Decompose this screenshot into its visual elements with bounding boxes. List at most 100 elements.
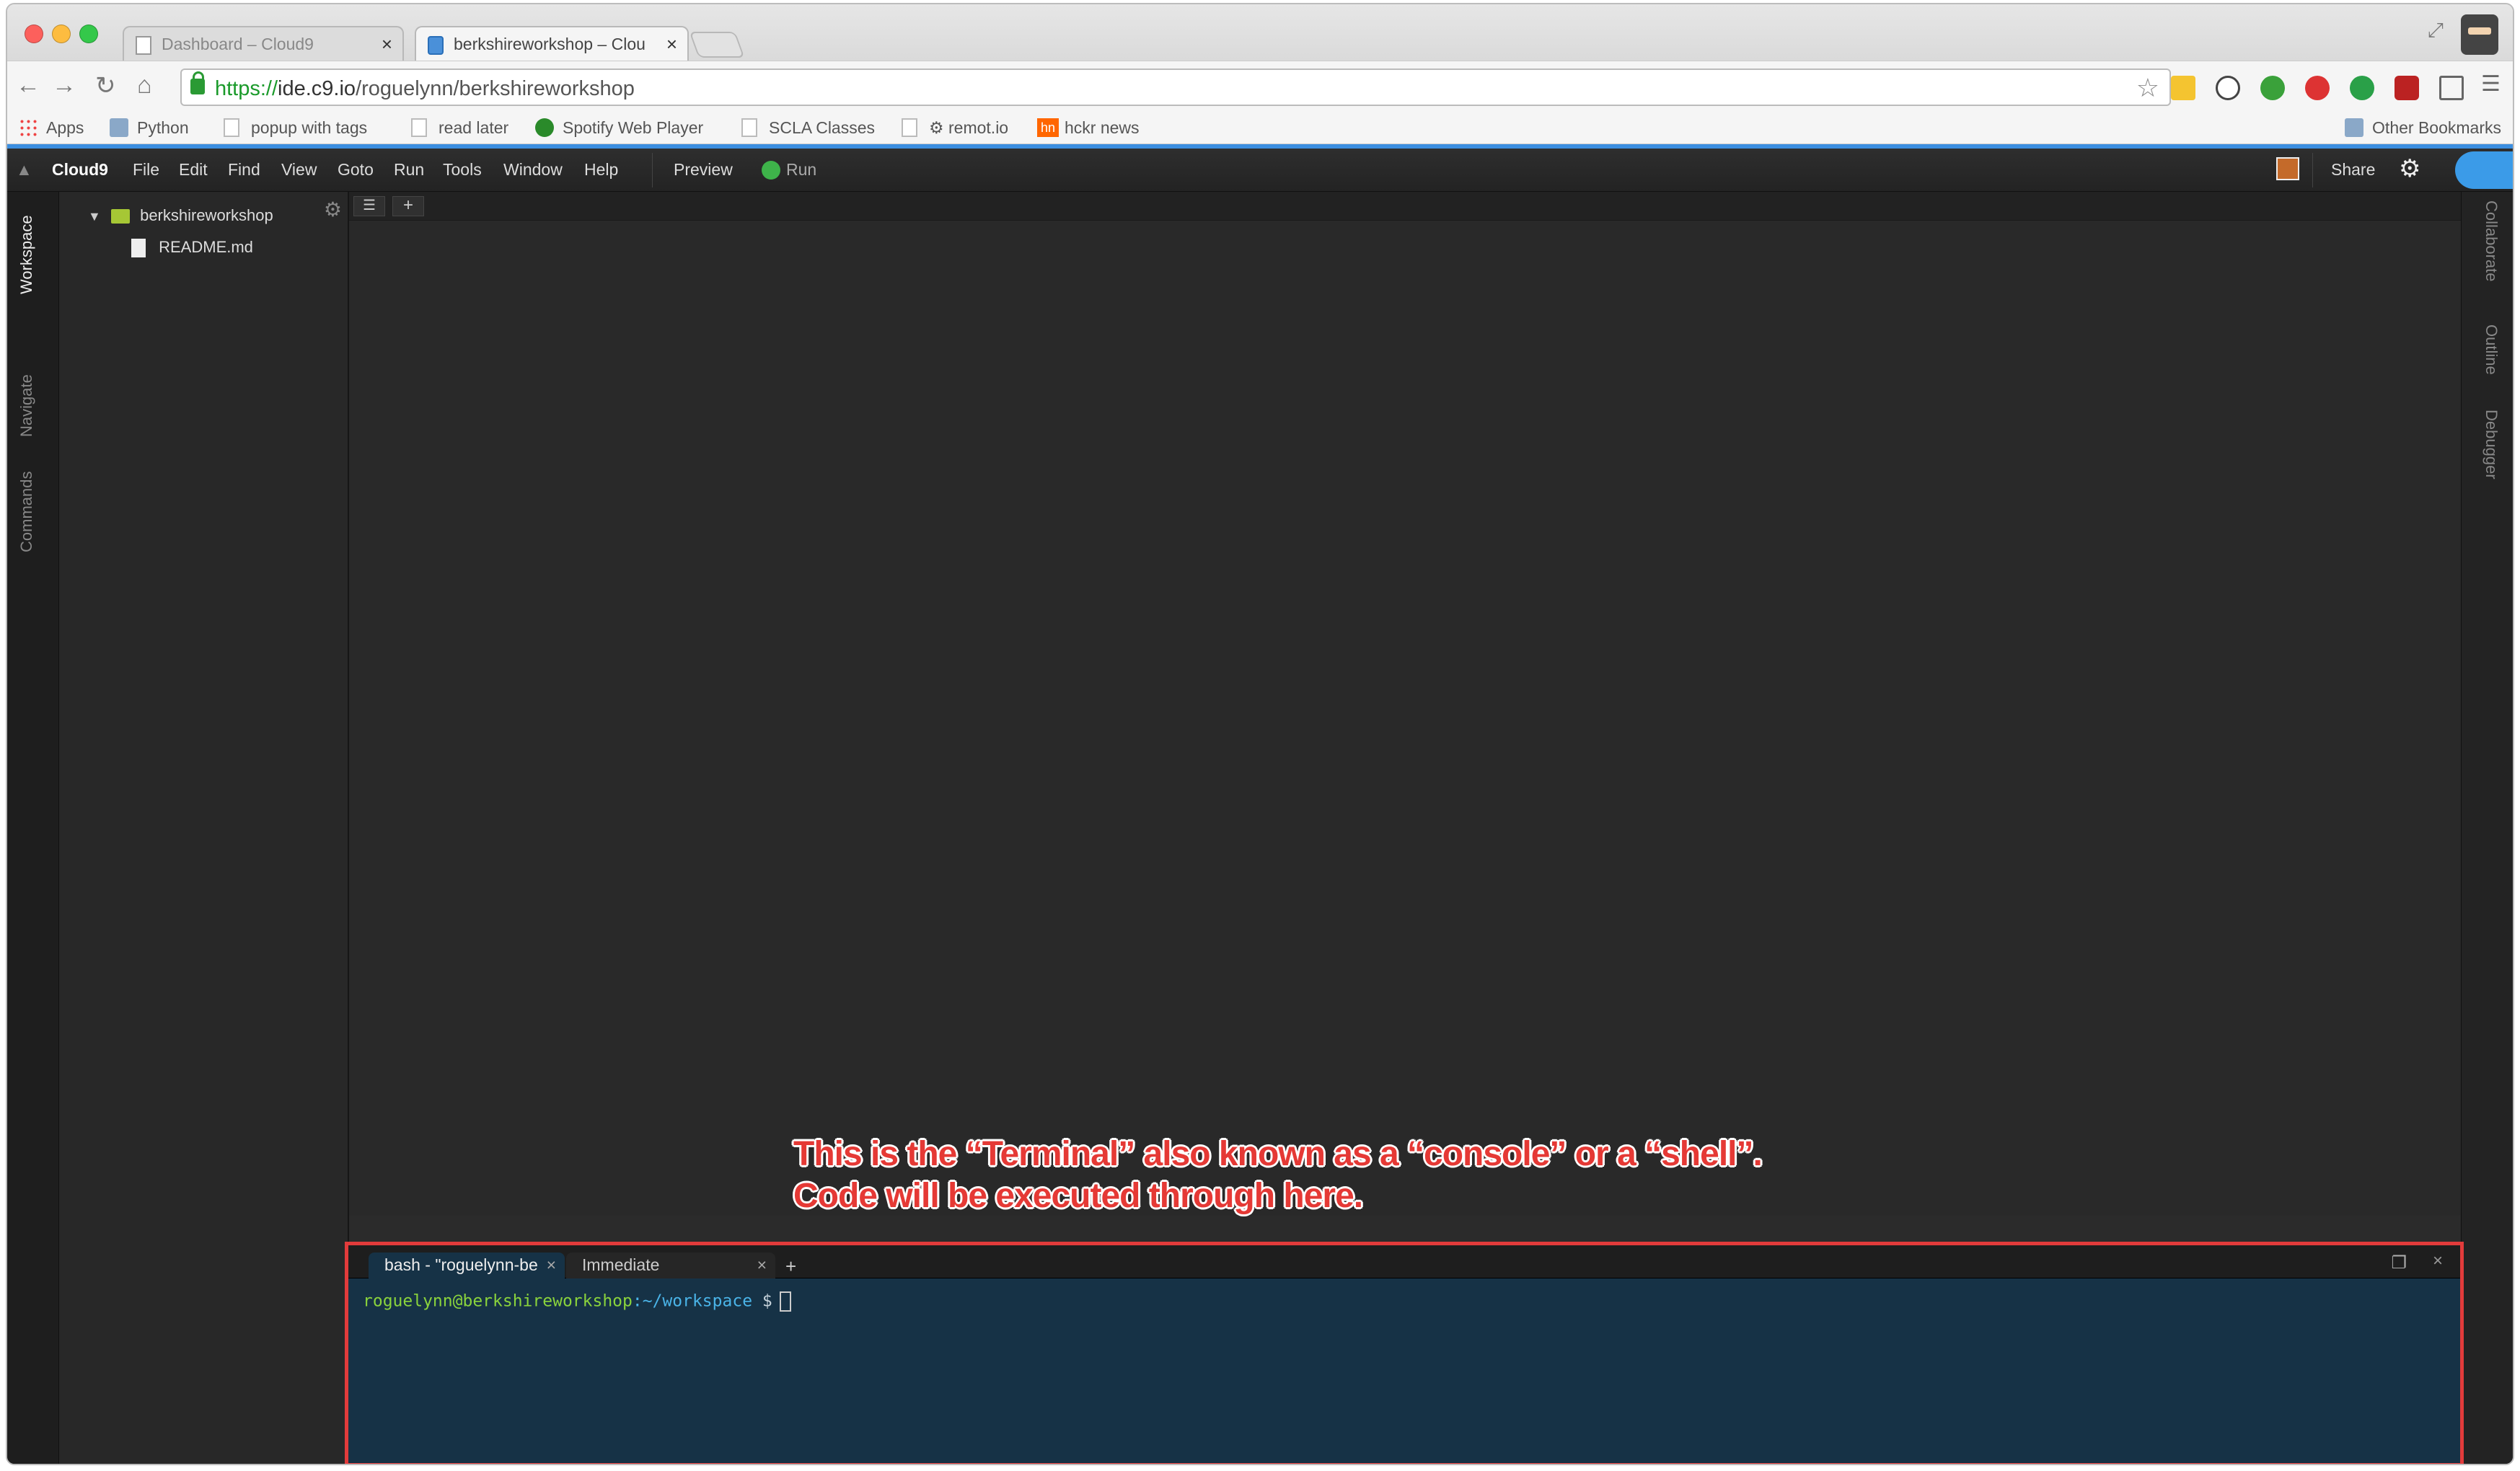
lock-icon xyxy=(190,71,205,94)
collapse-arrow-icon[interactable]: ▲ xyxy=(16,160,32,180)
menu-find[interactable]: Find xyxy=(228,160,260,180)
tab-title: berkshireworkshop – Clou xyxy=(454,35,646,53)
tab-close-button[interactable]: × xyxy=(757,1253,767,1277)
console-tab-bar: bash - "roguelynn-be × Immediate × + ❐ × xyxy=(348,1245,2460,1278)
tab-commands[interactable]: Commands xyxy=(17,472,36,552)
page-icon xyxy=(224,118,239,137)
close-window-button[interactable] xyxy=(25,25,43,43)
menu-divider xyxy=(652,153,653,187)
console-tab-immediate[interactable]: Immediate × xyxy=(566,1253,775,1278)
minimize-window-button[interactable] xyxy=(52,25,71,43)
extension-icon[interactable] xyxy=(2350,76,2374,100)
bookmark-apps[interactable]: Apps xyxy=(19,118,84,138)
home-icon[interactable]: ⌂ xyxy=(137,71,152,100)
fullscreen-icon[interactable]: ⤢ xyxy=(2428,19,2444,43)
left-panel-bar: Workspace Navigate Commands xyxy=(7,192,59,1464)
terminal-prompt[interactable]: roguelynn@berkshireworkshop:~/workspace … xyxy=(363,1291,791,1312)
menu-window[interactable]: Window xyxy=(503,160,563,180)
settings-gear-icon[interactable]: ⚙ xyxy=(2399,154,2420,183)
bookmark-spotify[interactable]: Spotify Web Player xyxy=(535,118,703,138)
menu-file[interactable]: File xyxy=(133,160,159,180)
extension-icon[interactable] xyxy=(2216,76,2240,100)
close-console-button[interactable]: × xyxy=(2433,1251,2443,1271)
bookmark-scla-classes[interactable]: SCLA Classes xyxy=(741,118,875,138)
folder-icon xyxy=(2345,118,2364,137)
new-tab-button[interactable] xyxy=(689,32,745,58)
menu-tools[interactable]: Tools xyxy=(443,160,482,180)
tab-outline[interactable]: Outline xyxy=(2482,324,2501,375)
reload-icon[interactable]: ↻ xyxy=(95,71,116,100)
zoom-window-button[interactable] xyxy=(79,25,98,43)
terminal-cursor xyxy=(779,1291,791,1312)
maximize-console-icon[interactable]: ❐ xyxy=(2391,1253,2407,1273)
extension-icon[interactable] xyxy=(2305,76,2330,100)
page-icon xyxy=(411,118,427,137)
cast-icon[interactable] xyxy=(2439,76,2464,100)
bookmark-hckr-news[interactable]: hn hckr news xyxy=(1037,118,1140,138)
cloud9-favicon-icon xyxy=(428,36,444,55)
bookmark-popup-with-tags[interactable]: popup with tags xyxy=(224,118,367,138)
expand-triangle-icon[interactable]: ▼ xyxy=(88,209,101,224)
tree-folder-berkshireworkshop[interactable]: ▼ berkshireworkshop xyxy=(88,206,273,225)
tab-close-button[interactable]: × xyxy=(547,1253,556,1277)
annotation-callout: This is the “Terminal” also known as a “… xyxy=(793,1134,1763,1217)
ide-menubar: ▲ Cloud9 File Edit Find View Goto Run To… xyxy=(7,149,2513,192)
tab-collaborate[interactable]: Collaborate xyxy=(2482,200,2501,282)
folder-icon xyxy=(110,209,130,224)
tree-settings-gear-icon[interactable]: ⚙ xyxy=(324,198,342,221)
browser-tab-berkshireworkshop[interactable]: berkshireworkshop – Clou × xyxy=(415,26,689,62)
menu-view[interactable]: View xyxy=(281,160,317,180)
menu-divider xyxy=(2312,153,2313,187)
new-editor-tab-button[interactable]: + xyxy=(392,196,424,216)
tab-strip: Dashboard – Cloud9 × berkshireworkshop –… xyxy=(7,4,2513,62)
tab-navigate[interactable]: Navigate xyxy=(17,374,36,437)
terminal-console-panel[interactable]: bash - "roguelynn-be × Immediate × + ❐ ×… xyxy=(345,1242,2464,1464)
profile-avatar[interactable] xyxy=(2461,14,2498,55)
spotify-icon xyxy=(535,118,554,137)
tree-file-readme[interactable]: README.md xyxy=(131,238,253,258)
file-icon xyxy=(131,239,146,258)
bookmark-other[interactable]: Other Bookmarks xyxy=(2345,118,2501,138)
preview-button[interactable]: Preview xyxy=(674,160,733,180)
url-text: https://ide.c9.io/roguelynn/berkshirewor… xyxy=(215,77,635,100)
browser-window: Dashboard – Cloud9 × berkshireworkshop –… xyxy=(6,3,2514,1465)
address-bar[interactable]: https://ide.c9.io/roguelynn/berkshirewor… xyxy=(180,69,2171,106)
run-play-icon[interactable] xyxy=(762,161,780,180)
page-icon xyxy=(136,36,151,55)
extension-icon[interactable] xyxy=(2171,76,2195,100)
tab-title: Dashboard – Cloud9 xyxy=(162,35,314,53)
browser-toolbar: ← → ↻ ⌂ https://ide.c9.io/roguelynn/berk… xyxy=(7,61,2513,112)
tab-workspace[interactable]: Workspace xyxy=(17,215,36,294)
menu-icon[interactable]: ☰ xyxy=(2481,71,2501,97)
forward-icon[interactable]: → xyxy=(52,71,76,100)
menu-run[interactable]: Run xyxy=(394,160,424,180)
tab-debugger[interactable]: Debugger xyxy=(2482,410,2501,480)
editor-area[interactable]: ☰ + xyxy=(349,192,2464,1216)
cloud9-logo-icon[interactable] xyxy=(2455,151,2513,189)
bookmark-star-icon[interactable]: ☆ xyxy=(2136,73,2159,103)
extension-icon[interactable] xyxy=(2395,76,2419,100)
run-button[interactable]: Run xyxy=(786,160,816,180)
browser-tab-dashboard[interactable]: Dashboard – Cloud9 × xyxy=(123,26,404,62)
tab-list-icon[interactable]: ☰ xyxy=(353,196,385,216)
cloud9-menu[interactable]: Cloud9 xyxy=(52,160,108,180)
console-tab-bash[interactable]: bash - "roguelynn-be × xyxy=(369,1253,565,1278)
menu-goto[interactable]: Goto xyxy=(338,160,374,180)
page-icon xyxy=(741,118,757,137)
bookmark-remot-io[interactable]: ⚙ remot.io xyxy=(902,118,1008,138)
evernote-icon[interactable] xyxy=(2260,76,2285,100)
bookmark-read-later[interactable]: read later xyxy=(411,118,508,138)
hn-icon: hn xyxy=(1037,118,1059,137)
back-icon[interactable]: ← xyxy=(16,71,40,100)
user-avatar[interactable] xyxy=(2276,157,2299,180)
bookmarks-bar: Apps Python popup with tags read later S… xyxy=(7,112,2513,144)
menu-edit[interactable]: Edit xyxy=(179,160,208,180)
folder-icon xyxy=(110,118,128,137)
tab-close-button[interactable]: × xyxy=(382,27,392,61)
share-button[interactable]: Share xyxy=(2331,160,2375,180)
bookmark-python[interactable]: Python xyxy=(110,118,189,138)
menu-help[interactable]: Help xyxy=(584,160,618,180)
new-console-tab-button[interactable]: + xyxy=(785,1255,796,1278)
apps-grid-icon xyxy=(19,118,38,137)
tab-close-button[interactable]: × xyxy=(666,27,677,61)
